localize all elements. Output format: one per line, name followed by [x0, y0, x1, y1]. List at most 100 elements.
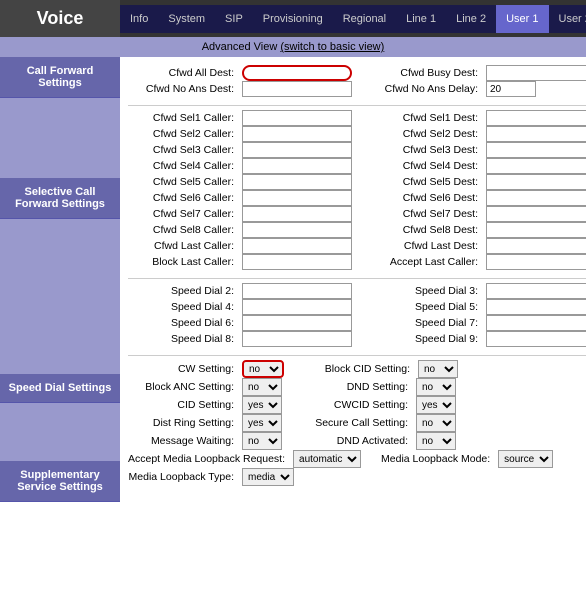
sel-cfwd-caller-label-6: Cfwd Sel7 Caller: [128, 208, 238, 220]
speed-dial-row-3: Speed Dial 8: Speed Dial 9: [128, 331, 586, 347]
tab-user1[interactable]: User 1 [496, 5, 548, 33]
cid-setting-label: CID Setting: [128, 399, 238, 411]
sel-cfwd-dest-label-7: Cfwd Sel8 Dest: [372, 224, 482, 236]
sel-cfwd-dest-input-5[interactable] [486, 190, 586, 206]
sel-cfwd-row-2: Cfwd Sel3 Caller: Cfwd Sel3 Dest: [128, 142, 586, 158]
message-waiting-select[interactable]: no yes [242, 432, 282, 450]
tab-info[interactable]: Info [120, 5, 158, 33]
sel-cfwd-caller-label-5: Cfwd Sel6 Caller: [128, 192, 238, 204]
speed-dial-5-label: Speed Dial 5: [372, 301, 482, 313]
block-last-caller-input[interactable] [242, 254, 352, 270]
sidebar-item-speed-dial[interactable]: Speed Dial Settings [0, 374, 120, 403]
sel-cfwd-dest-input-2[interactable] [486, 142, 586, 158]
tab-user2[interactable]: User 2 [549, 5, 586, 33]
tab-line2[interactable]: Line 2 [446, 5, 496, 33]
sel-cfwd-dest-input-0[interactable] [486, 110, 586, 126]
sel-cfwd-dest-label-4: Cfwd Sel5 Dest: [372, 176, 482, 188]
media-loopback-type-label: Media Loopback Type: [128, 471, 238, 483]
sel-cfwd-caller-input-0[interactable] [242, 110, 352, 126]
tab-line1[interactable]: Line 1 [396, 5, 446, 33]
block-last-caller-label: Block Last Caller: [128, 256, 238, 268]
speed-dial-2-label: Speed Dial 2: [128, 285, 238, 297]
sel-cfwd-caller-input-4[interactable] [242, 174, 352, 190]
sel-cfwd-row-0: Cfwd Sel1 Caller: Cfwd Sel1 Dest: [128, 110, 586, 126]
cfwd-all-dest-input[interactable] [242, 65, 352, 81]
speed-dial-4-input[interactable] [242, 299, 352, 315]
sidebar-item-supplementary[interactable]: Supplementary Service Settings [0, 461, 120, 502]
tab-sip[interactable]: SIP [215, 5, 253, 33]
cwcid-setting-select[interactable]: yes no [416, 396, 456, 414]
sel-cfwd-caller-input-7[interactable] [242, 222, 352, 238]
sel-cfwd-dest-input-3[interactable] [486, 158, 586, 174]
sidebar-item-selective-call-forward[interactable]: Selective Call Forward Settings [0, 178, 120, 219]
sel-cfwd-row-4: Cfwd Sel5 Caller: Cfwd Sel5 Dest: [128, 174, 586, 190]
sidebar-item-call-forward[interactable]: Call Forward Settings [0, 57, 120, 98]
tab-system[interactable]: System [158, 5, 215, 33]
cfwd-no-ans-delay-label: Cfwd No Ans Delay: [372, 83, 482, 95]
cfwd-no-ans-dest-input[interactable] [242, 81, 352, 97]
header: Voice Info System SIP Provisioning Regio… [0, 0, 586, 37]
sel-cfwd-caller-label-7: Cfwd Sel8 Caller: [128, 224, 238, 236]
speed-dial-3-input[interactable] [486, 283, 586, 299]
sel-cfwd-caller-input-5[interactable] [242, 190, 352, 206]
sel-cfwd-dest-input-7[interactable] [486, 222, 586, 238]
nav-tabs: Info System SIP Provisioning Regional Li… [120, 5, 586, 33]
sel-cfwd-caller-input-3[interactable] [242, 158, 352, 174]
sel-cfwd-caller-input-2[interactable] [242, 142, 352, 158]
sel-cfwd-dest-input-4[interactable] [486, 174, 586, 190]
secure-call-select[interactable]: no yes [416, 414, 456, 432]
content-area: Cfwd All Dest: Cfwd Busy Dest: Cfwd No A… [120, 57, 586, 502]
block-cid-select[interactable]: no yes [418, 360, 458, 378]
secure-call-label: Secure Call Setting: [302, 417, 412, 429]
speed-dial-9-input[interactable] [486, 331, 586, 347]
app-title: Voice [0, 0, 120, 37]
media-loopback-type-select[interactable]: media rtp [242, 468, 294, 486]
tab-provisioning[interactable]: Provisioning [253, 5, 333, 33]
cw-setting-select[interactable]: no yes [242, 360, 284, 378]
speed-dial-4-label: Speed Dial 4: [128, 301, 238, 313]
speed-dial-7-input[interactable] [486, 315, 586, 331]
speed-dial-5-input[interactable] [486, 299, 586, 315]
speed-dial-2-input[interactable] [242, 283, 352, 299]
dist-ring-select[interactable]: yes no [242, 414, 282, 432]
main-content: Call Forward Settings Selective Call For… [0, 57, 586, 502]
cfwd-last-caller-input[interactable] [242, 238, 352, 254]
switch-basic-view-link[interactable]: (switch to basic view) [280, 41, 384, 53]
block-anc-label: Block ANC Setting: [128, 381, 238, 393]
sel-cfwd-dest-input-1[interactable] [486, 126, 586, 142]
dnd-setting-select[interactable]: no yes [416, 378, 456, 396]
media-loopback-mode-select[interactable]: source peer [498, 450, 553, 468]
speed-dial-8-label: Speed Dial 8: [128, 333, 238, 345]
sel-cfwd-caller-input-6[interactable] [242, 206, 352, 222]
supp-row-cid-cwcid: CID Setting: yes no CWCID Setting: yes n… [128, 396, 586, 414]
sel-cfwd-dest-label-5: Cfwd Sel6 Dest: [372, 192, 482, 204]
cfwd-busy-dest-label: Cfwd Busy Dest: [372, 67, 482, 79]
sel-cfwd-caller-input-1[interactable] [242, 126, 352, 142]
speed-dial-8-input[interactable] [242, 331, 352, 347]
accept-last-caller-input[interactable] [486, 254, 586, 270]
sel-cfwd-dest-input-6[interactable] [486, 206, 586, 222]
sel-cfwd-caller-label-4: Cfwd Sel5 Caller: [128, 176, 238, 188]
cfwd-last-caller-label: Cfwd Last Caller: [128, 240, 238, 252]
tab-regional[interactable]: Regional [333, 5, 396, 33]
advanced-view-label: Advanced View [202, 41, 278, 53]
block-anc-select[interactable]: no yes [242, 378, 282, 396]
accept-last-caller-label: Accept Last Caller: [372, 256, 482, 268]
cfwd-busy-dest-input[interactable] [486, 65, 586, 81]
supp-row-blockanc-dnd: Block ANC Setting: no yes DND Setting: n… [128, 378, 586, 396]
sel-cfwd-row-9: Block Last Caller: Accept Last Caller: [128, 254, 586, 270]
cfwd-no-ans-row: Cfwd No Ans Dest: Cfwd No Ans Delay: [128, 81, 586, 97]
accept-media-select[interactable]: automatic manual [293, 450, 361, 468]
speed-dial-section: Speed Dial 2: Speed Dial 3: Speed Dial 4… [128, 283, 586, 347]
cfwd-last-dest-input[interactable] [486, 238, 586, 254]
cfwd-no-ans-dest-label: Cfwd No Ans Dest: [128, 83, 238, 95]
supp-row-cw-blockcid: CW Setting: no yes Block CID Setting: no… [128, 360, 586, 378]
supp-row-acceptmedia-loopbackmode: Accept Media Loopback Request: automatic… [128, 450, 586, 468]
cid-setting-select[interactable]: yes no [242, 396, 282, 414]
sel-cfwd-row-6: Cfwd Sel7 Caller: Cfwd Sel7 Dest: [128, 206, 586, 222]
speed-dial-7-label: Speed Dial 7: [372, 317, 482, 329]
dnd-setting-label: DND Setting: [302, 381, 412, 393]
cfwd-no-ans-delay-input[interactable] [486, 81, 536, 97]
dnd-activated-select[interactable]: no yes [416, 432, 456, 450]
speed-dial-6-input[interactable] [242, 315, 352, 331]
